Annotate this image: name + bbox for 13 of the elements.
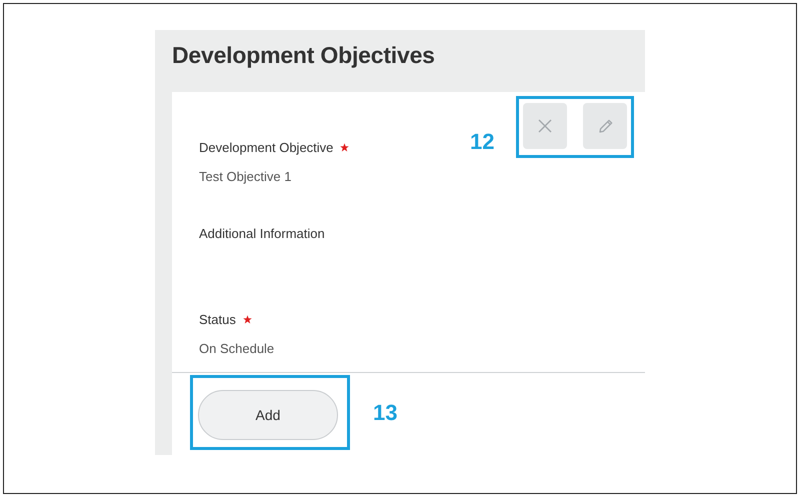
- field-label: Status: [199, 312, 236, 326]
- pencil-icon: [596, 118, 614, 134]
- field-label: Additional Information: [199, 226, 325, 240]
- close-icon: [537, 118, 553, 134]
- field-value: Test Objective 1: [199, 168, 292, 186]
- remove-button[interactable]: [523, 103, 567, 149]
- field-label: Development Objective: [199, 140, 334, 154]
- edit-button[interactable]: [583, 103, 627, 149]
- field-value: On Schedule: [199, 340, 276, 358]
- callout-number: 12: [470, 129, 494, 155]
- add-button[interactable]: Add: [198, 390, 338, 440]
- section-title: Development Objectives: [171, 41, 436, 70]
- callout-number: 13: [373, 400, 398, 426]
